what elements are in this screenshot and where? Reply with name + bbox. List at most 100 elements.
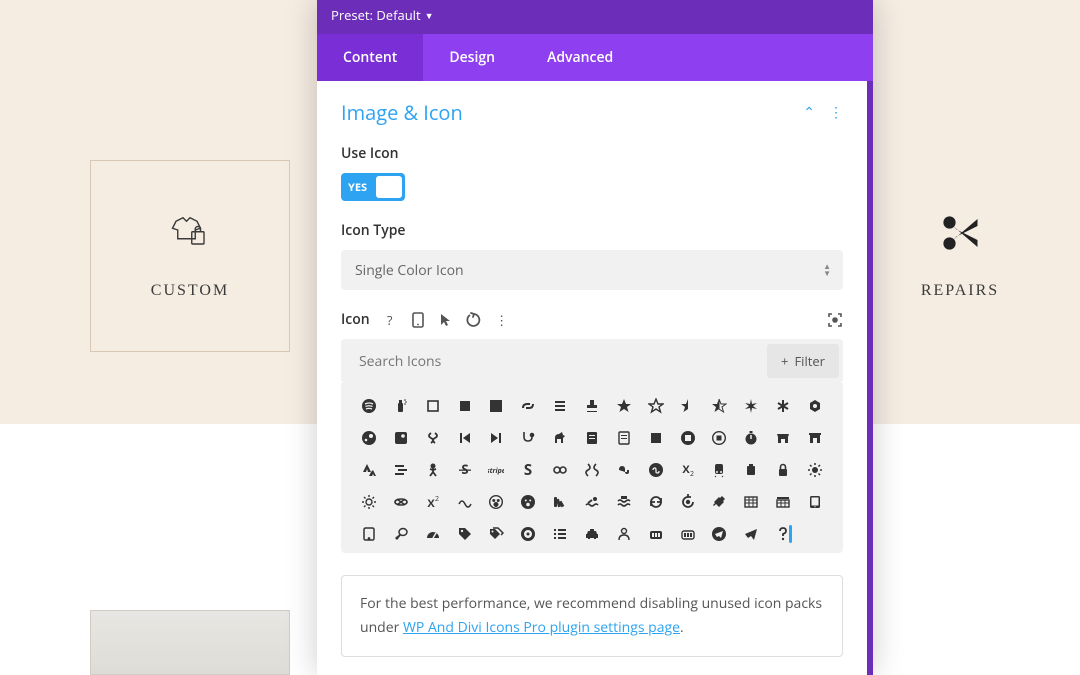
icon-option-street[interactable]	[422, 461, 444, 479]
icon-option-stroop[interactable]	[549, 461, 571, 479]
icon-option-super-x[interactable]: X2	[422, 493, 444, 511]
icon-option-tachometer[interactable]	[422, 525, 444, 543]
icon-option-square-fill[interactable]	[485, 397, 507, 415]
responsive-icon[interactable]	[410, 312, 426, 328]
icon-option-store-alt[interactable]	[804, 429, 826, 447]
icon-option-telegram[interactable]	[708, 525, 730, 543]
icon-option-strike[interactable]: S	[454, 461, 476, 479]
icon-option-stack[interactable]	[549, 397, 571, 415]
section-header[interactable]: Image & Icon ⌃ ⋮	[341, 99, 843, 126]
icon-option-star-o[interactable]	[645, 397, 667, 415]
icon-option-syringe[interactable]	[708, 493, 730, 511]
expand-icon[interactable]	[827, 312, 843, 328]
icon-type-select[interactable]: Single Color Icon ▲▼	[341, 250, 843, 290]
icon-option-stop-circ-o[interactable]	[708, 429, 730, 447]
icon-option-steth[interactable]	[517, 429, 539, 447]
icon-option-stopwatch[interactable]	[740, 429, 762, 447]
icon-option-tennis[interactable]	[390, 525, 412, 543]
icon-option-team-o[interactable]	[613, 525, 635, 543]
hover-icon[interactable]	[438, 312, 454, 328]
use-icon-toggle[interactable]: YES	[341, 173, 405, 201]
icon-option-swatch-b[interactable]	[549, 493, 571, 511]
icon-option-steam-sq[interactable]	[390, 429, 412, 447]
icon-option-tasks[interactable]	[549, 525, 571, 543]
background-image-thumb	[90, 610, 290, 675]
icon-option-sun-o[interactable]	[358, 493, 380, 511]
icon-option-tablet-a[interactable]	[358, 525, 380, 543]
icon-option-plane[interactable]	[740, 525, 762, 543]
icon-option-stamp[interactable]	[581, 397, 603, 415]
tab-advanced[interactable]: Advanced	[521, 34, 639, 81]
icon-option-surprise-o[interactable]	[517, 493, 539, 511]
icon-option-stumble[interactable]	[613, 461, 635, 479]
icon-option-stop[interactable]	[645, 429, 667, 447]
icon-option-store[interactable]	[772, 429, 794, 447]
tab-design[interactable]: Design	[423, 34, 521, 81]
icon-option-star-half-o[interactable]	[708, 397, 730, 415]
icon-option-squarespace[interactable]	[517, 397, 539, 415]
preset-bar[interactable]: Preset: Default ▼	[317, 0, 873, 34]
icon-option-notes[interactable]	[613, 429, 635, 447]
icon-option-note[interactable]	[581, 429, 603, 447]
icon-option-star[interactable]	[613, 397, 635, 415]
icon-option-target[interactable]	[517, 525, 539, 543]
icon-option-sync[interactable]	[645, 493, 667, 511]
icon-option-star-half[interactable]	[677, 397, 699, 415]
icon-option-steam[interactable]	[358, 429, 380, 447]
select-arrows-icon: ▲▼	[823, 263, 831, 277]
reset-icon[interactable]	[466, 312, 482, 328]
icon-option-stripe[interactable]: stripe	[485, 461, 507, 479]
icon-option-table-t[interactable]	[772, 493, 794, 511]
link-section-header[interactable]: Link ⌄	[317, 657, 867, 675]
icon-option-square-o[interactable]	[422, 397, 444, 415]
icon-option-swim[interactable]	[581, 493, 603, 511]
help-icon[interactable]: ?	[382, 312, 398, 328]
icon-option-lock[interactable]	[772, 461, 794, 479]
icon-option-tags[interactable]	[485, 525, 507, 543]
icon-option-sync-a[interactable]	[677, 493, 699, 511]
icon-option-horse[interactable]	[549, 429, 571, 447]
icon-option-super[interactable]	[390, 493, 412, 511]
icon-option-stub[interactable]	[581, 461, 603, 479]
dynamic-icon[interactable]: ⋮	[494, 312, 510, 328]
tab-content[interactable]: Content	[317, 34, 423, 81]
collapse-icon[interactable]: ⌃	[803, 103, 815, 122]
icon-option-step-back[interactable]	[454, 429, 476, 447]
icon-option-asterisk[interactable]	[772, 397, 794, 415]
icon-option-question[interactable]	[772, 525, 794, 543]
icon-option-products-2[interactable]	[677, 525, 699, 543]
notice-link[interactable]: WP And Divi Icons Pro plugin settings pa…	[403, 618, 680, 637]
icon-option-step-fwd[interactable]	[485, 429, 507, 447]
icon-option-strava[interactable]	[358, 461, 380, 479]
icon-option-sub[interactable]: X2	[677, 461, 699, 479]
icon-option-spotify[interactable]	[358, 397, 380, 415]
icon-option-taxi[interactable]	[581, 525, 603, 543]
icon-option-square[interactable]	[454, 397, 476, 415]
toggle-value: YES	[348, 180, 367, 195]
icon-option-spray[interactable]	[390, 397, 412, 415]
icon-option-tag[interactable]	[454, 525, 476, 543]
icon-option-tablet[interactable]	[804, 493, 826, 511]
preset-label: Preset:	[331, 6, 373, 24]
icon-option-stream[interactable]	[390, 461, 412, 479]
tabs: Content Design Advanced	[317, 34, 873, 81]
icon-option-subway[interactable]	[708, 461, 730, 479]
icon-option-surprise[interactable]	[485, 493, 507, 511]
icon-option-swatch[interactable]	[454, 493, 476, 511]
icon-option-sun[interactable]	[804, 461, 826, 479]
more-icon[interactable]: ⋮	[829, 103, 843, 122]
filter-label: Filter	[794, 352, 825, 370]
icon-option-stop-circ[interactable]	[677, 429, 699, 447]
icon-option-table[interactable]	[740, 493, 762, 511]
icon-option-suit[interactable]	[740, 461, 762, 479]
use-icon-label: Use Icon	[341, 144, 843, 163]
icon-option-stripe-s[interactable]: S	[517, 461, 539, 479]
icon-option-star-life[interactable]	[740, 397, 762, 415]
search-input[interactable]	[359, 352, 767, 371]
icon-option-swim-2[interactable]	[613, 493, 635, 511]
icon-option-stayl[interactable]	[804, 397, 826, 415]
icon-option-steam-sym[interactable]	[422, 429, 444, 447]
icon-option-stumble-c[interactable]	[645, 461, 667, 479]
icon-option-products[interactable]	[645, 525, 667, 543]
filter-button[interactable]: + Filter	[767, 344, 839, 378]
